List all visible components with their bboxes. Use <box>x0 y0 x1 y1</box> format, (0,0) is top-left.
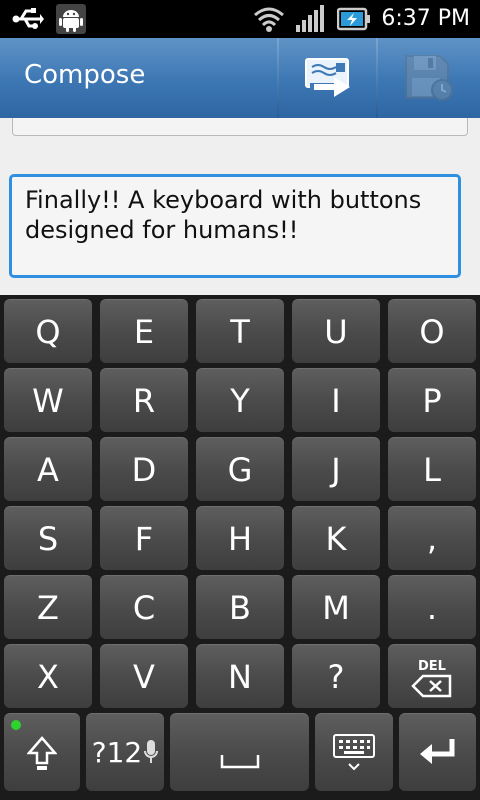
key-r[interactable]: R <box>100 368 188 432</box>
delete-key[interactable]: DEL <box>388 644 476 708</box>
key-s[interactable]: S <box>4 506 92 570</box>
previous-field[interactable] <box>12 118 468 136</box>
space-icon <box>220 754 259 768</box>
send-icon <box>304 58 350 97</box>
key-o[interactable]: O <box>388 299 476 363</box>
key-q[interactable]: Q <box>4 299 92 363</box>
key-t[interactable]: T <box>196 299 284 363</box>
symbols-key[interactable]: ?12 <box>86 713 164 791</box>
key-d[interactable]: D <box>100 437 188 501</box>
key-f[interactable]: F <box>100 506 188 570</box>
android-debug-icon <box>56 4 86 34</box>
clock: 6:37 PM <box>381 6 470 31</box>
key-v[interactable]: V <box>100 644 188 708</box>
key-c[interactable]: C <box>100 575 188 639</box>
key-question[interactable]: ? <box>292 644 380 708</box>
symbols-key-label: ?12 <box>91 736 143 769</box>
hide-keyboard-key[interactable] <box>315 713 393 791</box>
shift-indicator <box>11 720 21 730</box>
battery-charging-icon <box>337 7 371 31</box>
delete-key-label: DEL <box>418 659 446 674</box>
key-a[interactable]: A <box>4 437 92 501</box>
space-key[interactable] <box>170 713 309 791</box>
key-z[interactable]: Z <box>4 575 92 639</box>
key-j[interactable]: J <box>292 437 380 501</box>
enter-icon <box>419 738 454 764</box>
key-i[interactable]: I <box>292 368 380 432</box>
key-comma[interactable]: , <box>388 506 476 570</box>
key-u[interactable]: U <box>292 299 380 363</box>
backspace-icon <box>411 674 452 697</box>
soft-keyboard: Q E T U O W R Y I P A D G J L S F H K , … <box>0 295 480 800</box>
message-input[interactable]: Finally!! A keyboard with buttons design… <box>9 174 461 278</box>
key-p[interactable]: P <box>388 368 476 432</box>
key-b[interactable]: B <box>196 575 284 639</box>
enter-key[interactable] <box>399 713 476 791</box>
save-draft-icon <box>405 55 453 101</box>
key-e[interactable]: E <box>100 299 188 363</box>
key-n[interactable]: N <box>196 644 284 708</box>
wifi-icon <box>254 7 285 32</box>
key-l[interactable]: L <box>388 437 476 501</box>
key-m[interactable]: M <box>292 575 380 639</box>
key-h[interactable]: H <box>196 506 284 570</box>
key-k[interactable]: K <box>292 506 380 570</box>
usb-icon <box>12 8 44 29</box>
send-button[interactable] <box>279 38 376 118</box>
shift-key[interactable] <box>4 713 80 791</box>
key-y[interactable]: Y <box>196 368 284 432</box>
page-title: Compose <box>24 60 146 90</box>
compose-content: Finally!! A keyboard with buttons design… <box>0 118 480 295</box>
action-bar: Compose <box>0 38 480 118</box>
key-g[interactable]: G <box>196 437 284 501</box>
signal-icon <box>296 5 325 32</box>
key-x[interactable]: X <box>4 644 92 708</box>
microphone-icon <box>144 739 159 763</box>
status-bar: 6:37 PM <box>0 0 480 38</box>
save-draft-button[interactable] <box>378 38 480 118</box>
shift-icon <box>27 735 57 770</box>
key-w[interactable]: W <box>4 368 92 432</box>
key-period[interactable]: . <box>388 575 476 639</box>
keyboard-hide-icon <box>333 733 375 770</box>
